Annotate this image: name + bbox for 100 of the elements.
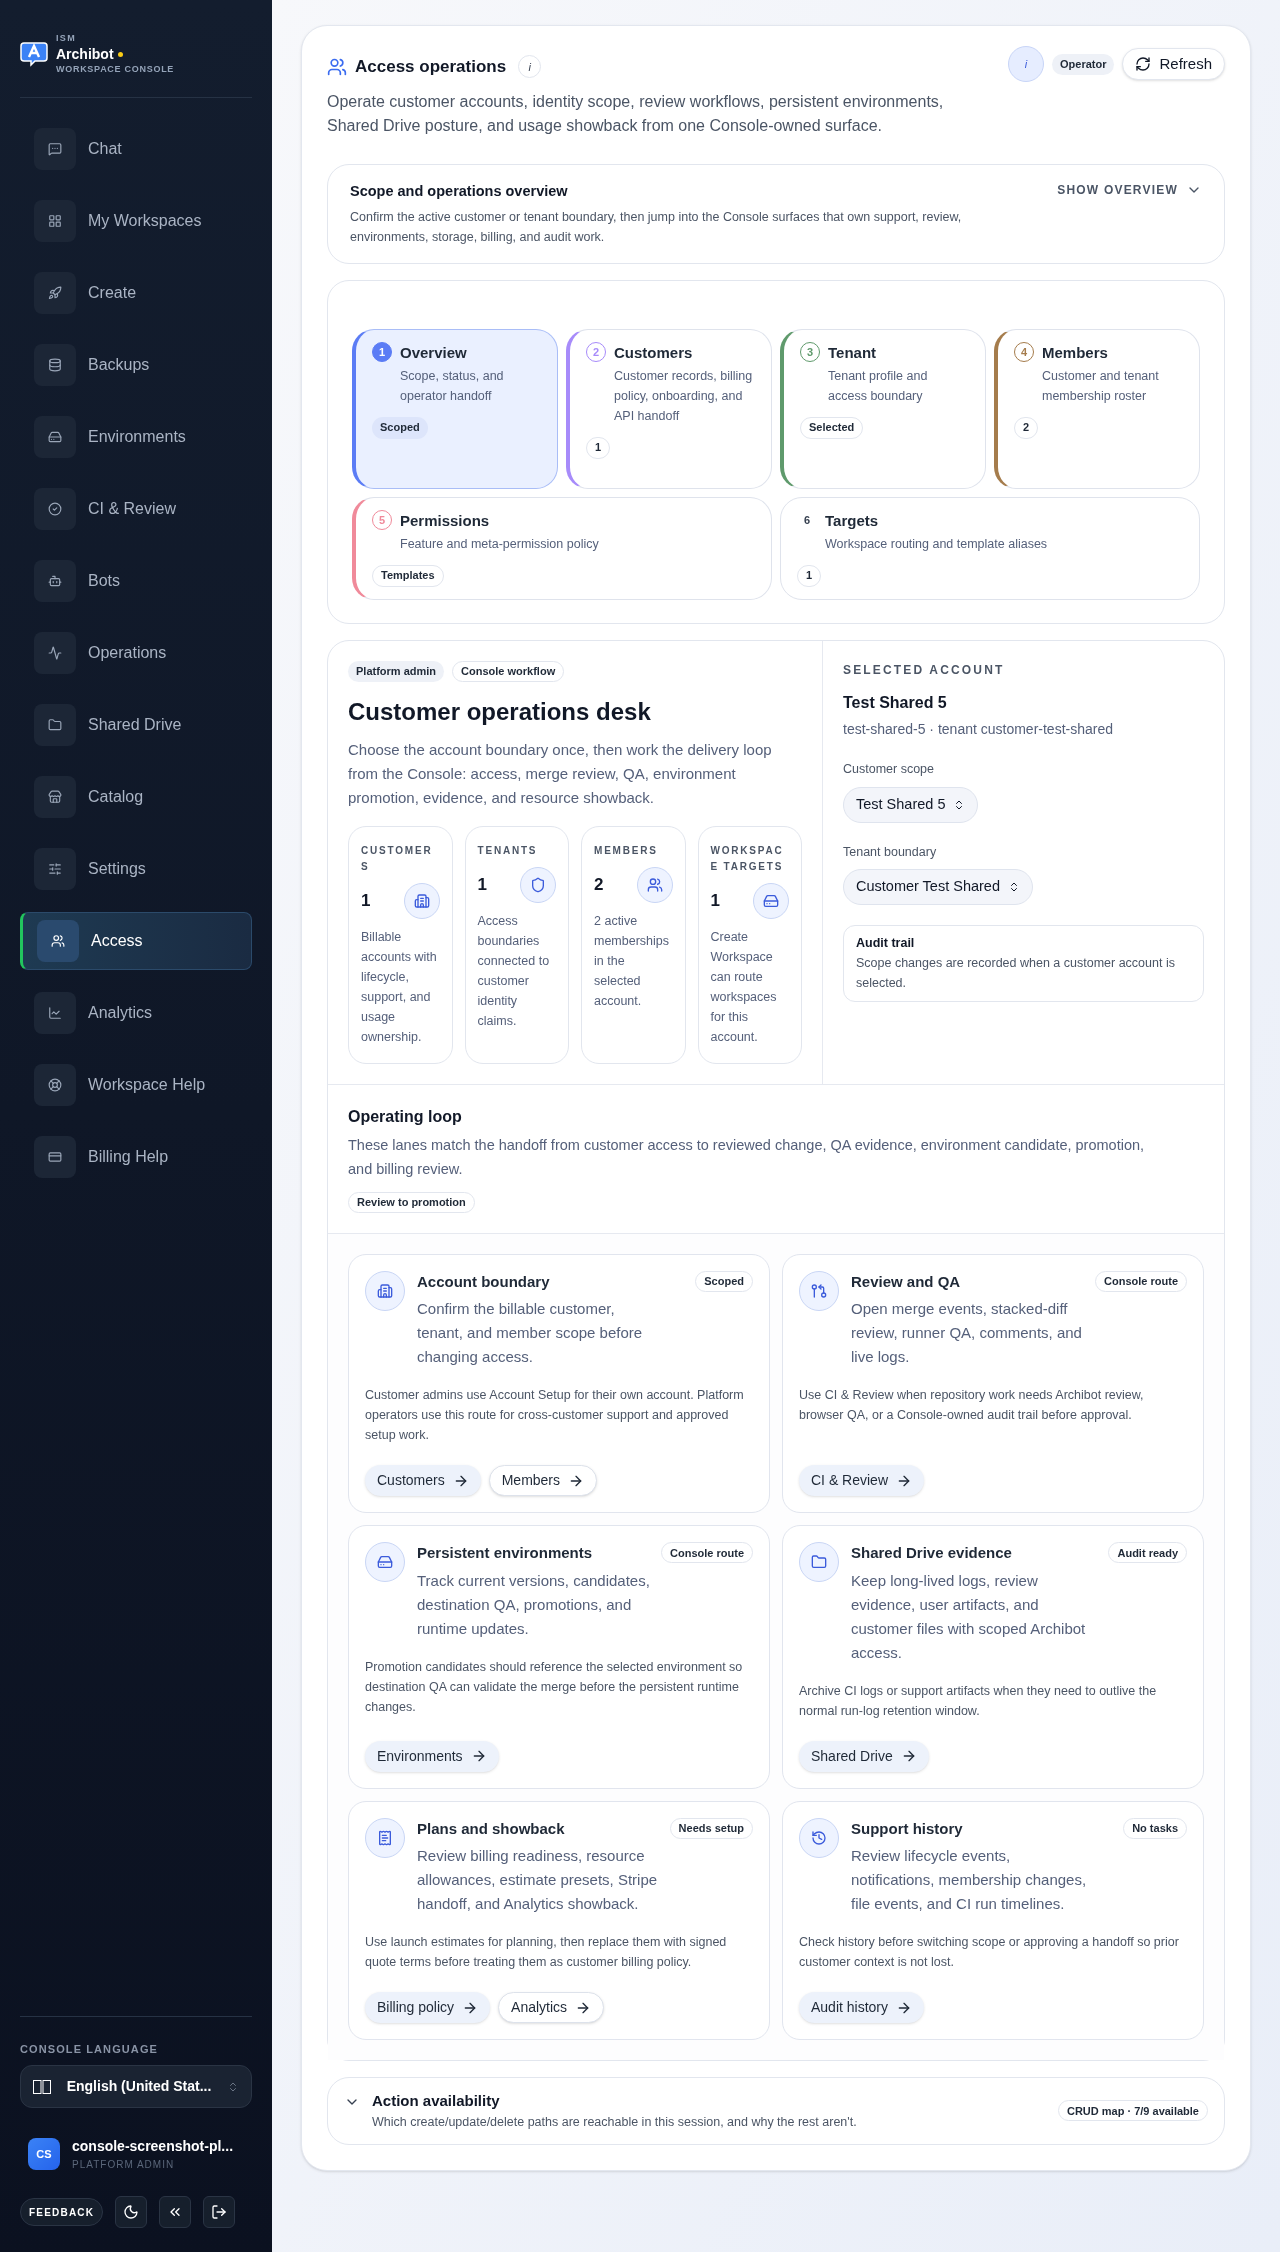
feedback-button[interactable]: FEEDBACK [20,2198,104,2226]
chat-icon [48,141,62,156]
stat-value: 1 [477,874,487,896]
action-availability-title: Action availability [372,2091,501,2112]
sidebar-item[interactable]: Chat [20,119,252,178]
users-icon [646,876,663,893]
section-label: SELECTED ACCOUNT [843,661,1006,679]
sidebar-item[interactable]: Workspace Help [20,1055,252,1114]
logout-icon [211,2204,228,2220]
loop-description: These lanes match the handoff from customer access to reviewed change, QA evidence, environment candidate, promotion, and billing review. [348,1135,1146,1179]
step-badge: 1 [586,436,611,459]
lane-link-button[interactable]: Audit history [799,1992,925,2024]
folder-icon [811,1554,827,1571]
stat-label: MEMBERS [594,843,659,858]
refresh-button[interactable]: Refresh [1122,48,1225,80]
lane-link-button[interactable]: Members [488,1465,598,1497]
sidebar-item[interactable]: Settings [20,839,252,898]
sidebar-item[interactable]: My Workspaces [20,191,252,250]
sidebar-item[interactable]: Environments [20,407,252,466]
sidebar-item[interactable]: Catalog [20,767,252,826]
stat-description: Access boundaries connected to customer identity claims. [477,912,551,1030]
brand-subtitle: WORKSPACE CONSOLE [56,63,175,76]
lane-link-button[interactable]: Customers [365,1465,481,1497]
brand-name: Archibot [56,45,114,63]
sidebar-item[interactable]: Operations [20,623,252,682]
refresh-icon [1135,56,1152,72]
show-overview-button[interactable]: SHOW OVERVIEW [1057,181,1202,199]
server-icon [377,1554,393,1571]
field-label: Tenant boundary [843,843,938,861]
step-number: 3 [800,341,820,362]
step-card[interactable]: 1 Overview Scope, status, and operator handoff Scoped [352,328,558,489]
history-icon [811,1829,827,1846]
shield-icon [530,876,546,893]
customer-scope-select[interactable]: Test Shared 5 [843,786,979,823]
lane-title: Support history [851,1818,963,1839]
store-icon [48,789,62,804]
step-number: 2 [586,341,606,362]
account-name: Test Shared 5 [843,692,948,713]
crud-badge: CRUD map · 7/9 available [1057,2100,1208,2122]
step-card[interactable]: 5 Permissions Feature and meta-permission policy Templates [352,496,772,600]
server-icon [48,429,62,444]
step-title: Customers [614,342,694,363]
collapse-button[interactable] [159,2196,192,2228]
step-card[interactable]: 4 Members Customer and tenant membership roster 2 [994,328,1200,489]
sidebar-item[interactable]: Shared Drive [20,695,252,754]
step-badge: 1 [797,564,822,587]
desk-description: Choose the account boundary once, then work the delivery loop from the Console: access, merge review, QA, environment promotion, evidence, and resource showback. [348,739,773,808]
sidebar-item[interactable]: CI & Review [20,479,252,538]
lane-badge: Audit ready [1108,1542,1187,1564]
operator-avatar: i [1008,46,1044,82]
stat-description: Billable accounts with lifecycle, support, and usage ownership. [361,928,438,1046]
step-card[interactable]: 6 Targets Workspace routing and template aliases 1 [780,496,1200,600]
sidebar-item[interactable]: Access [20,911,252,970]
building-icon [377,1282,393,1299]
logout-button[interactable] [203,2196,236,2228]
sliders-icon [48,861,62,876]
tag: Console workflow [452,660,565,682]
check-circle-icon [48,501,62,516]
step-description: Scope, status, and operator handoff [400,368,505,406]
action-availability-text: Which create/update/delete paths are reachable in this session, and why the rest aren't. [372,2113,858,2131]
sidebar-item[interactable]: Bots [20,551,252,610]
lane-link-button[interactable]: CI & Review [799,1465,925,1497]
sidebar-item[interactable]: Create [20,263,252,322]
step-description: Customer and tenant membership roster [1042,368,1160,406]
user-role: PLATFORM ADMIN [72,2158,176,2172]
lane-note: Archive CI logs or support artifacts when they need to outlive the normal run-log retention window. [799,1682,1158,1720]
database-icon [48,357,62,372]
step-badge: 2 [1014,416,1039,439]
folder-icon [48,717,62,732]
lane-lead: Track current versions, candidates, destination QA, promotions, and runtime updates. [417,1570,651,1639]
lifebuoy-icon [48,1077,62,1092]
lane-badge: Console route [661,1542,753,1564]
language-select[interactable]: English (United Stat... [20,2065,252,2108]
logo-icon [20,41,48,68]
lane-link-button[interactable]: Shared Drive [799,1740,929,1772]
field-label: Customer scope [843,760,935,778]
tenant-select[interactable]: Customer Test Shared [843,869,1033,906]
sidebar-item[interactable]: Analytics [20,983,252,1042]
receipt-icon [377,1829,393,1846]
theme-button[interactable] [115,2196,148,2228]
stat-label: TENANTS [477,843,539,858]
lane-lead: Review billing readiness, resource allowances, estimate presets, Stripe handoff, and Analytics showback. [417,1846,659,1915]
step-title: Tenant [828,342,878,363]
step-title: Overview [400,342,468,363]
step-number: 1 [372,341,392,362]
merge-icon [811,1282,827,1299]
page-title: Access operations [355,56,507,78]
sidebar-item[interactable]: Backups [20,335,252,394]
sidebar-item[interactable]: Billing Help [20,1127,252,1186]
step-card[interactable]: 2 Customers Customer records, billing policy, onboarding, and API handoff 1 [566,328,772,489]
lane-link-button[interactable]: Analytics [498,1992,605,2024]
loop-badge: Review to promotion [348,1191,475,1213]
lane-link-button[interactable]: Billing policy [365,1992,491,2024]
lane-link-button[interactable]: Environments [365,1740,499,1772]
audit-title: Audit trail [856,935,916,953]
lane-note: Use CI & Review when repository work needs Archibot review, browser QA, or a Console-owned audit trail before approval. [799,1387,1145,1425]
step-number: 4 [1014,341,1034,362]
server-icon [763,892,779,909]
stat-description: Create Workspace can route workspaces for this account. [710,928,778,1046]
step-card[interactable]: 3 Tenant Tenant profile and access boundary Selected [780,328,986,489]
